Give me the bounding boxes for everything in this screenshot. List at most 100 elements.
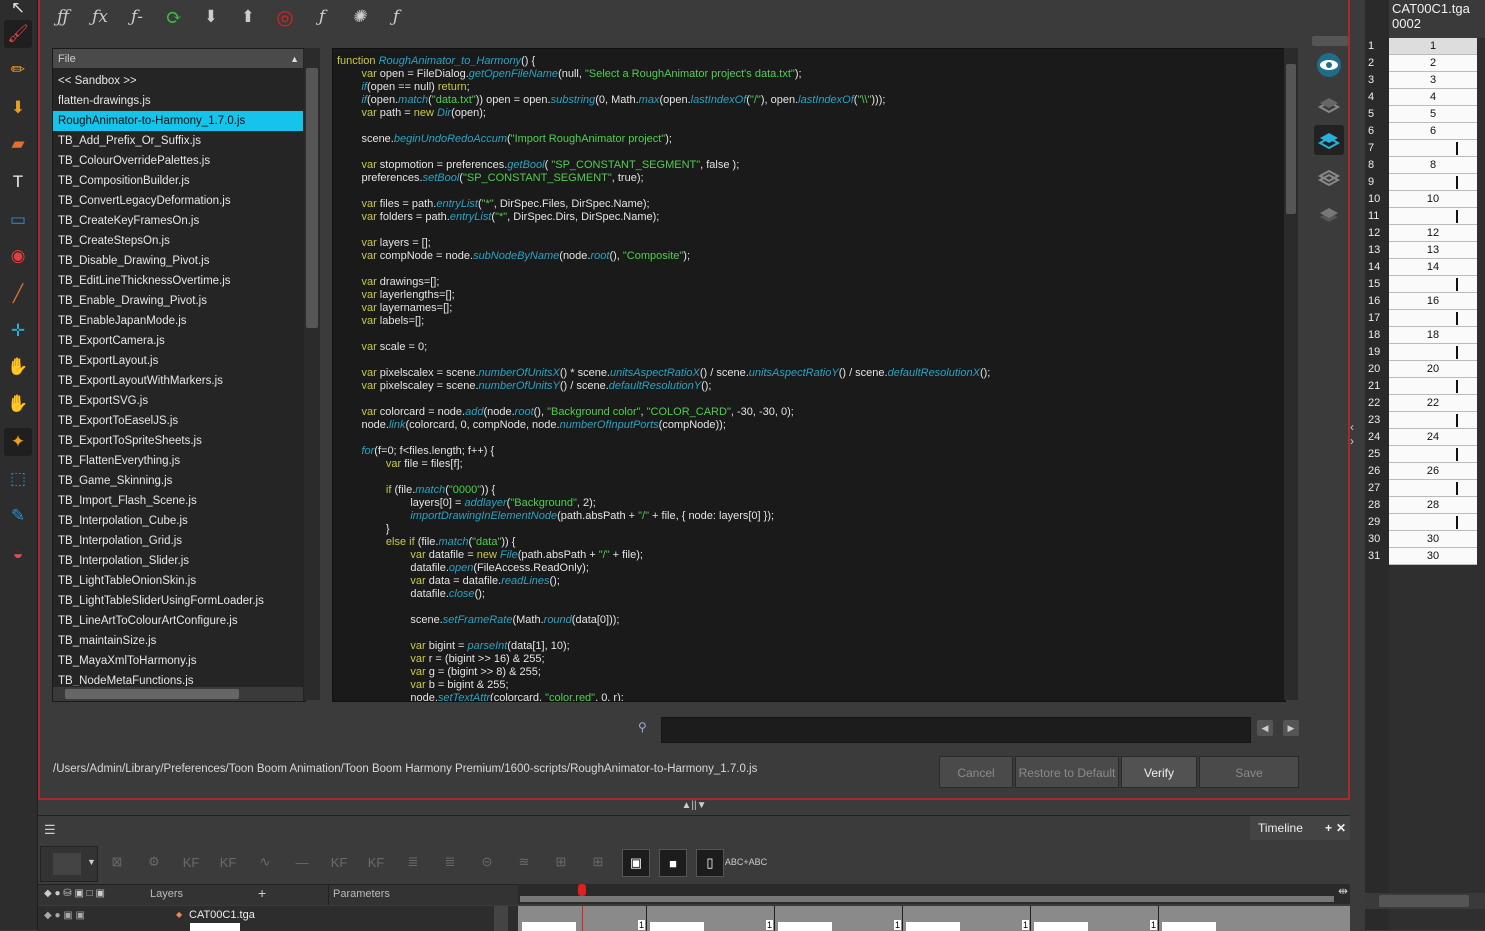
onion-skin-previous-icon[interactable] xyxy=(1314,90,1344,120)
xsheet-cell[interactable]: 13 xyxy=(1389,242,1477,259)
xsheet-cell[interactable] xyxy=(1389,310,1477,327)
set-target-icon[interactable]: ƒ xyxy=(383,2,409,32)
xsheet-row[interactable]: 33 xyxy=(1365,72,1485,89)
tab-timeline[interactable]: Timeline + ✕ xyxy=(1250,816,1350,840)
xsheet-row[interactable]: 14 14 xyxy=(1365,259,1485,276)
xsheet-row[interactable]: 22 22 xyxy=(1365,395,1485,412)
xsheet-row[interactable]: 21 xyxy=(1365,378,1485,395)
file-list-item[interactable]: TB_Interpolation_Grid.js xyxy=(53,531,303,551)
xsheet-row[interactable]: 20 20 xyxy=(1365,361,1485,378)
file-list-vertical-scrollbar[interactable] xyxy=(304,48,320,700)
manage-functions-icon[interactable]: ƒƒ xyxy=(50,2,76,32)
xsheet-cell[interactable]: 26 xyxy=(1389,463,1477,480)
file-list-item[interactable]: TB_Enable_Drawing_Pivot.js xyxy=(53,291,303,311)
file-list-item[interactable]: TB_Import_Flash_Scene.js xyxy=(53,491,303,511)
import-script-icon[interactable]: ⬇ xyxy=(198,2,224,32)
xsheet-row[interactable]: 55 xyxy=(1365,106,1485,123)
file-list-item[interactable]: TB_ExportLayout.js xyxy=(53,351,303,371)
xsheet-cell[interactable] xyxy=(1389,174,1477,191)
file-list-item[interactable]: TB_LineArtToColourArtConfigure.js xyxy=(53,611,303,631)
xsheet-row[interactable]: 16 16 xyxy=(1365,293,1485,310)
motion-curve-icon[interactable]: ∿ xyxy=(252,849,278,875)
timeline-track[interactable]: 1 1 1 1 1 xyxy=(518,906,1350,931)
xsheet-horizontal-scrollbar[interactable] xyxy=(1365,893,1485,909)
xsheet-cell[interactable] xyxy=(1389,344,1477,361)
code-editor[interactable]: function RoughAnimator_to_Harmony() { va… xyxy=(332,48,1286,702)
brush-icon[interactable]: 🖌 xyxy=(4,20,32,48)
file-list-item[interactable]: flatten-drawings.js xyxy=(53,91,303,111)
new-function-icon[interactable]: ƒx xyxy=(87,2,113,32)
xsheet-cell[interactable] xyxy=(1389,208,1477,225)
code-vertical-scrollbar[interactable] xyxy=(1284,48,1298,700)
file-list-item[interactable]: RoughAnimator-to-Harmony_1.7.0.js xyxy=(53,111,303,131)
fill-empty-icon[interactable]: ⊞ xyxy=(548,849,574,875)
transform-icon[interactable]: ⬚ xyxy=(4,465,32,493)
scroll-thumb[interactable] xyxy=(65,689,239,699)
layers-vertical-scrollbar[interactable] xyxy=(494,906,508,931)
timeline-zoom-bar[interactable] xyxy=(520,896,1334,902)
layer-toggle-icons[interactable]: ◆ ● ⛁ ▣ □ ▣ xyxy=(44,888,105,899)
verify-button[interactable]: Verify xyxy=(1121,756,1197,788)
side-splitter-handle[interactable]: ‹ › xyxy=(1350,420,1364,470)
timeline-view-selector[interactable]: ▼ xyxy=(40,846,98,882)
file-list-item[interactable]: TB_Interpolation_Slider.js xyxy=(53,551,303,571)
delete-function-icon[interactable]: ƒ- xyxy=(124,2,150,32)
playhead[interactable] xyxy=(578,884,586,896)
onion-skin-all-icon[interactable] xyxy=(1314,200,1344,230)
animate-icon[interactable]: ✦ xyxy=(4,428,32,456)
onion-skin-next-icon[interactable] xyxy=(1314,163,1344,193)
file-list-horizontal-scrollbar[interactable] xyxy=(53,687,303,701)
fit-icon[interactable]: ■ xyxy=(659,849,687,877)
add-layer-icon[interactable]: + xyxy=(258,885,266,901)
xsheet-row[interactable]: 29 xyxy=(1365,514,1485,531)
xsheet-cell[interactable]: 24 xyxy=(1389,429,1477,446)
xsheet-cell[interactable] xyxy=(1389,514,1477,531)
text-add-icon[interactable]: ABC+ABC xyxy=(725,849,767,875)
xsheet-cell[interactable]: 18 xyxy=(1389,327,1477,344)
extend-exposure-icon[interactable]: ≣ xyxy=(437,849,463,875)
morph-icon[interactable]: ◒ xyxy=(4,540,32,568)
refresh-icon[interactable]: ⟳ xyxy=(161,2,187,32)
xsheet-row[interactable]: 11 xyxy=(1365,38,1485,55)
xsheet-row[interactable]: 18 18 xyxy=(1365,327,1485,344)
xsheet-column-header[interactable]: CAT00C1.tga 0002 xyxy=(1389,0,1485,38)
file-list-item[interactable]: TB_Add_Prefix_Or_Suffix.js xyxy=(53,131,303,151)
find-next-button[interactable]: ▶ xyxy=(1283,720,1299,736)
save-button[interactable]: Save xyxy=(1199,756,1299,788)
xsheet-row[interactable]: 15 xyxy=(1365,276,1485,293)
file-list-item[interactable]: TB_ExportLayoutWithMarkers.js xyxy=(53,371,303,391)
xsheet-cell[interactable]: 22 xyxy=(1389,395,1477,412)
restore-default-button[interactable]: Restore to Default xyxy=(1015,756,1119,788)
sort-ascending-icon[interactable]: ▲ xyxy=(290,49,299,69)
cutter-icon[interactable]: ✎ xyxy=(4,502,32,530)
reduce-exposure-icon[interactable]: ⊝ xyxy=(474,849,500,875)
xsheet-cell[interactable] xyxy=(1389,412,1477,429)
xsheet-cell[interactable] xyxy=(1389,480,1477,497)
view-toggle-bar[interactable] xyxy=(1312,36,1348,46)
xsheet-row[interactable]: 44 xyxy=(1365,89,1485,106)
xsheet-row[interactable]: 10 10 xyxy=(1365,191,1485,208)
file-list-header[interactable]: File ▲ xyxy=(53,49,303,69)
xsheet-row[interactable]: 11 xyxy=(1365,208,1485,225)
select-icon[interactable]: ↖ xyxy=(4,0,32,22)
file-list-item[interactable]: TB_EnableJapanMode.js xyxy=(53,311,303,331)
file-list-item[interactable]: TB_CompositionBuilder.js xyxy=(53,171,303,191)
xsheet-row[interactable]: 30 30 xyxy=(1365,531,1485,548)
xsheet-cell[interactable]: 30 xyxy=(1389,548,1477,565)
file-list-item[interactable]: TB_EditLineThicknessOvertime.js xyxy=(53,271,303,291)
xsheet-cell[interactable]: 6 xyxy=(1389,123,1477,140)
file-list-item[interactable]: TB_ColourOverridePalettes.js xyxy=(53,151,303,171)
xsheet-cell[interactable]: 1 xyxy=(1389,38,1477,55)
file-list-item[interactable]: TB_ExportToSpriteSheets.js xyxy=(53,431,303,451)
scroll-thumb[interactable] xyxy=(306,68,318,328)
file-list-item[interactable]: TB_maintainSize.js xyxy=(53,631,303,651)
eraser-icon[interactable]: ▰ xyxy=(4,130,32,158)
close-icon[interactable]: ✕ xyxy=(1336,816,1346,840)
debug-icon[interactable]: ✺ xyxy=(346,2,372,32)
target-icon[interactable]: ◎ xyxy=(272,2,298,32)
file-list-item[interactable]: TB_ConvertLegacyDeformation.js xyxy=(53,191,303,211)
menu-icon[interactable]: ☰ xyxy=(44,822,56,838)
expand-icon[interactable]: ⇹ xyxy=(1338,884,1348,898)
xsheet-row[interactable]: 66 xyxy=(1365,123,1485,140)
ink-icon[interactable]: ◉ xyxy=(4,242,32,270)
